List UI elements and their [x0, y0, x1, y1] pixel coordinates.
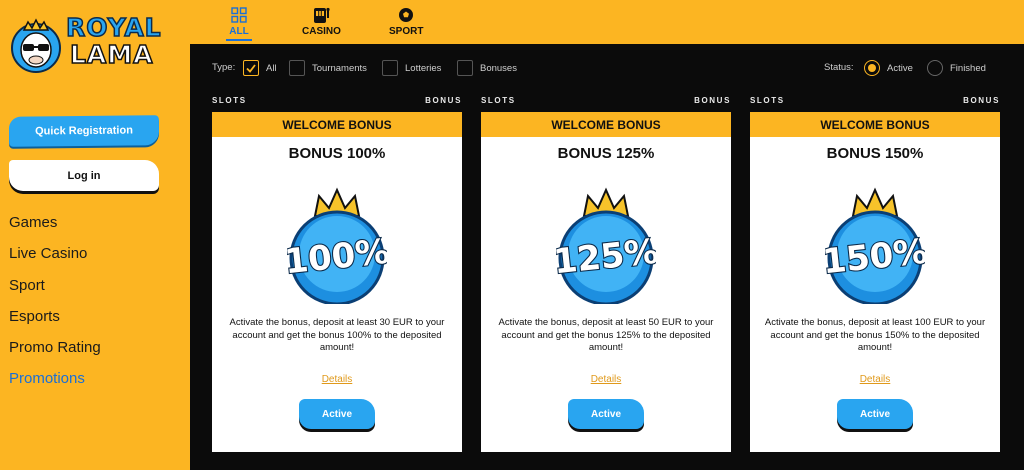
tab-sport-label: SPORT [389, 26, 424, 37]
card-description: Activate the bonus, deposit at least 100… [764, 317, 986, 353]
type-filter-lotteries[interactable]: Lotteries [382, 60, 441, 76]
card-banner: WELCOME BONUS [750, 112, 1000, 137]
details-link[interactable]: Details [481, 374, 731, 385]
details-link[interactable]: Details [750, 374, 1000, 385]
radio-icon[interactable] [927, 60, 943, 76]
sidebar-item-esports[interactable]: Esports [9, 306, 101, 337]
tab-casino-label: CASINO [302, 26, 341, 37]
status-filter-active[interactable]: Active [864, 60, 913, 76]
sidebar-item-promotions[interactable]: Promotions [9, 368, 101, 399]
type-filter-tournaments[interactable]: Tournaments [289, 60, 367, 76]
card-title: BONUS 150% [826, 145, 924, 162]
login-button[interactable]: Log in [9, 160, 159, 191]
checkbox-checked-icon[interactable] [243, 60, 259, 76]
details-link[interactable]: Details [212, 374, 462, 385]
quick-registration-button[interactable]: Quick Registration [8, 115, 160, 147]
card-header: SLOTS BONUS [750, 96, 1000, 112]
promo-card: SLOTS BONUS WELCOME BONUS BONUS 125% 125… [481, 96, 731, 452]
sidebar-item-live-casino[interactable]: Live Casino [9, 243, 101, 274]
card-kind: BONUS [963, 96, 1000, 105]
active-button[interactable]: Active [568, 399, 644, 429]
top-tab-bar: ALL CASINO SPORT [190, 0, 1024, 44]
promo-filters: Type: All Tournaments Lotteries Bonuses … [212, 60, 1002, 78]
active-button[interactable]: Active [837, 399, 913, 429]
llama-mascot-icon [11, 18, 61, 73]
card-description: Activate the bonus, deposit at least 50 … [498, 317, 714, 353]
promo-card: SLOTS BONUS WELCOME BONUS BONUS 150% 150… [750, 96, 1000, 452]
tab-casino[interactable]: CASINO [302, 6, 341, 37]
grid-icon [231, 6, 247, 24]
logo-wordmark: ROYAL LAMA [65, 13, 162, 69]
promo-card: SLOTS BONUS WELCOME BONUS BONUS 100% 100… [212, 96, 462, 452]
card-banner: WELCOME BONUS [212, 112, 462, 137]
card-body: WELCOME BONUS BONUS 150% 150% Activate t… [750, 112, 1000, 452]
radio-selected-icon[interactable] [864, 60, 880, 76]
sidebar: ROYAL LAMA Quick Registration Log in Gam… [0, 0, 190, 470]
crown-badge-icon: 125% [556, 187, 656, 304]
tab-sport[interactable]: SPORT [389, 6, 423, 37]
card-kind: BONUS [425, 96, 462, 105]
type-filter-all[interactable]: All [243, 60, 277, 76]
tab-all-label: ALL [229, 26, 249, 37]
checkbox-icon[interactable] [289, 60, 305, 76]
logo-line-2: LAMA [69, 40, 154, 69]
soccer-ball-icon [398, 6, 414, 24]
tab-all[interactable]: ALL [226, 6, 252, 41]
active-button[interactable]: Active [299, 399, 375, 429]
card-category: SLOTS [212, 96, 247, 105]
crown-badge-icon: 100% [287, 187, 387, 304]
card-kind: BONUS [694, 96, 731, 105]
type-filter-bonuses[interactable]: Bonuses [457, 60, 517, 76]
logo-line-1: ROYAL [65, 13, 162, 42]
crown-badge-icon: 150% [825, 187, 925, 304]
sidebar-item-games[interactable]: Games [9, 212, 101, 243]
card-body: WELCOME BONUS BONUS 125% 125% Activate t… [481, 112, 731, 452]
slot-machine-icon [312, 6, 331, 24]
card-title: BONUS 125% [557, 145, 655, 162]
sidebar-nav: Games Live Casino Sport Esports Promo Ra… [9, 212, 101, 400]
status-filter-finished[interactable]: Finished [927, 60, 986, 76]
checkbox-icon[interactable] [382, 60, 398, 76]
card-description: Activate the bonus, deposit at least 30 … [229, 317, 445, 353]
card-body: WELCOME BONUS BONUS 100% 100% Activate t… [212, 112, 462, 452]
card-header: SLOTS BONUS [481, 96, 731, 112]
card-category: SLOTS [481, 96, 516, 105]
card-banner: WELCOME BONUS [481, 112, 731, 137]
type-filter-label: Type: [212, 62, 236, 73]
card-title: BONUS 100% [288, 145, 386, 162]
card-header: SLOTS BONUS [212, 96, 462, 112]
sidebar-item-promo-rating[interactable]: Promo Rating [9, 337, 101, 368]
royal-lama-logo[interactable]: ROYAL LAMA [8, 6, 168, 78]
card-category: SLOTS [750, 96, 785, 105]
checkbox-icon[interactable] [457, 60, 473, 76]
sidebar-item-sport[interactable]: Sport [9, 275, 101, 306]
status-filter-label: Status: [824, 62, 854, 73]
